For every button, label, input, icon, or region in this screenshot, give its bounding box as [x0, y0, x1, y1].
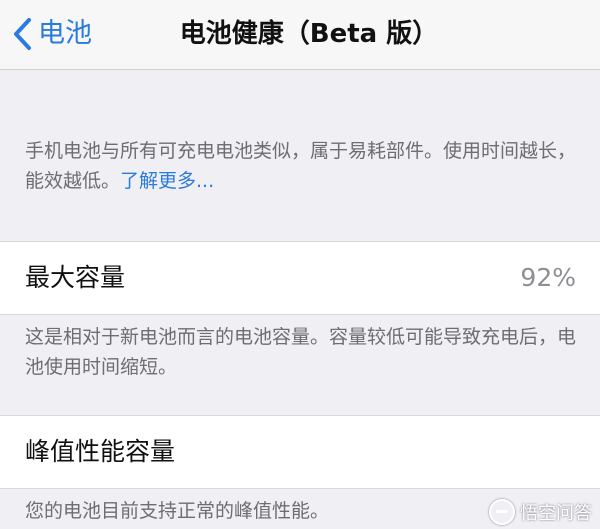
maximum-capacity-footer: 这是相对于新电池而言的电池容量。容量较低可能导致充电后，电池使用时间缩短。 [25, 326, 577, 378]
learn-more-link[interactable]: 了解更多... [120, 170, 214, 192]
maximum-capacity-value: 92% [520, 263, 576, 292]
battery-intro-text: 手机电池与所有可充电电池类似，属于易耗部件。使用时间越长，能效越低。了解更多..… [25, 136, 585, 196]
peak-performance-row: 峰值性能容量 [0, 415, 600, 489]
navigation-bar: 电池 电池健康（Beta 版） [0, 0, 600, 70]
wukong-logo-icon [489, 499, 515, 525]
watermark: 悟空问答 [489, 499, 592, 525]
intro-description: 手机电池与所有可充电电池类似，属于易耗部件。使用时间越长，能效越低。 [25, 140, 577, 192]
watermark-text: 悟空问答 [520, 503, 592, 524]
maximum-capacity-label: 最大容量 [25, 263, 126, 292]
peak-performance-label: 峰值性能容量 [25, 437, 176, 466]
page-title: 电池健康（Beta 版） [179, 19, 439, 49]
maximum-capacity-row: 最大容量 92% [0, 241, 600, 315]
